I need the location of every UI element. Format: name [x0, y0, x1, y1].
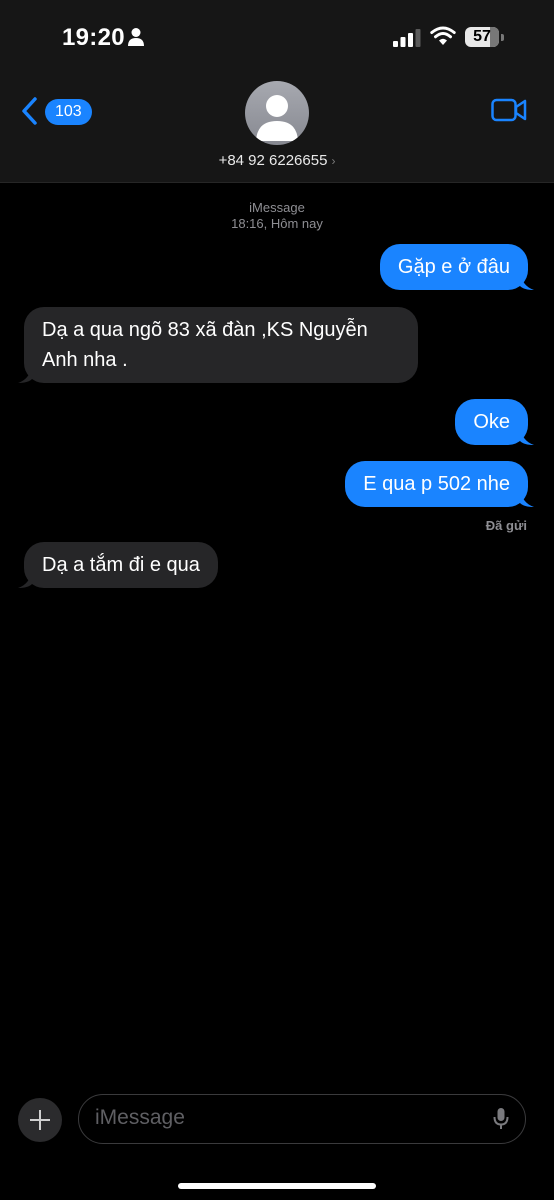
- battery-icon: 57: [465, 27, 505, 47]
- back-button[interactable]: 103: [20, 96, 92, 126]
- bubble-tail: [18, 570, 32, 588]
- message-input[interactable]: iMessage: [78, 1094, 526, 1144]
- person-icon: [128, 28, 144, 46]
- message-bubble-outgoing[interactable]: E qua p 502 nhe: [345, 461, 534, 507]
- contact-name[interactable]: +84 92 6226655 ›: [0, 152, 554, 169]
- status-time: 19:20: [62, 24, 125, 51]
- battery-level: 57: [473, 28, 491, 45]
- message-text: E qua p 502 nhe: [363, 473, 510, 495]
- avatar[interactable]: [245, 81, 309, 145]
- status-bar: 19:20 57: [0, 0, 554, 72]
- bubble-tail: [18, 365, 32, 383]
- message-text: Dạ a tắm đi e qua: [42, 554, 200, 576]
- unread-count-badge: 103: [45, 99, 92, 125]
- conversation-timestamp: 18:16, Hôm nay: [231, 216, 323, 231]
- message-text: Gặp e ở đâu: [397, 256, 510, 278]
- message-text: Oke: [473, 411, 510, 433]
- conversation-header: 103 +84 92 6226655 ›: [0, 72, 554, 183]
- delivery-status: Đã gửi: [485, 518, 527, 533]
- message-text: Dạ a qua ngõ 83 xã đàn ,KS Nguyễn Anh nh…: [42, 319, 368, 371]
- video-call-icon[interactable]: [491, 97, 527, 123]
- message-bubble-incoming[interactable]: Dạ a tắm đi e qua: [18, 542, 218, 588]
- bubble-tail: [520, 489, 534, 507]
- service-label: iMessage: [249, 200, 305, 215]
- message-input-placeholder: iMessage: [95, 1106, 185, 1129]
- message-bubble-outgoing[interactable]: Oke: [455, 399, 534, 445]
- person-silhouette-icon: [256, 95, 298, 141]
- add-attachment-button[interactable]: [18, 1098, 62, 1142]
- cellular-signal-icon: [393, 29, 421, 47]
- chevron-left-icon: [22, 97, 37, 125]
- chevron-right-icon: ›: [331, 154, 336, 168]
- home-indicator[interactable]: [178, 1183, 376, 1189]
- bubble-tail: [520, 427, 534, 445]
- conversation-meta: iMessage 18:16, Hôm nay: [0, 200, 554, 232]
- message-bubble-incoming[interactable]: Dạ a qua ngõ 83 xã đàn ,KS Nguyễn Anh nh…: [18, 307, 418, 383]
- contact-number: +84 92 6226655: [218, 152, 328, 169]
- wifi-icon: [430, 26, 456, 45]
- message-bubble-outgoing[interactable]: Gặp e ở đâu: [379, 244, 534, 290]
- microphone-icon[interactable]: [493, 1107, 509, 1131]
- bubble-tail: [520, 272, 534, 290]
